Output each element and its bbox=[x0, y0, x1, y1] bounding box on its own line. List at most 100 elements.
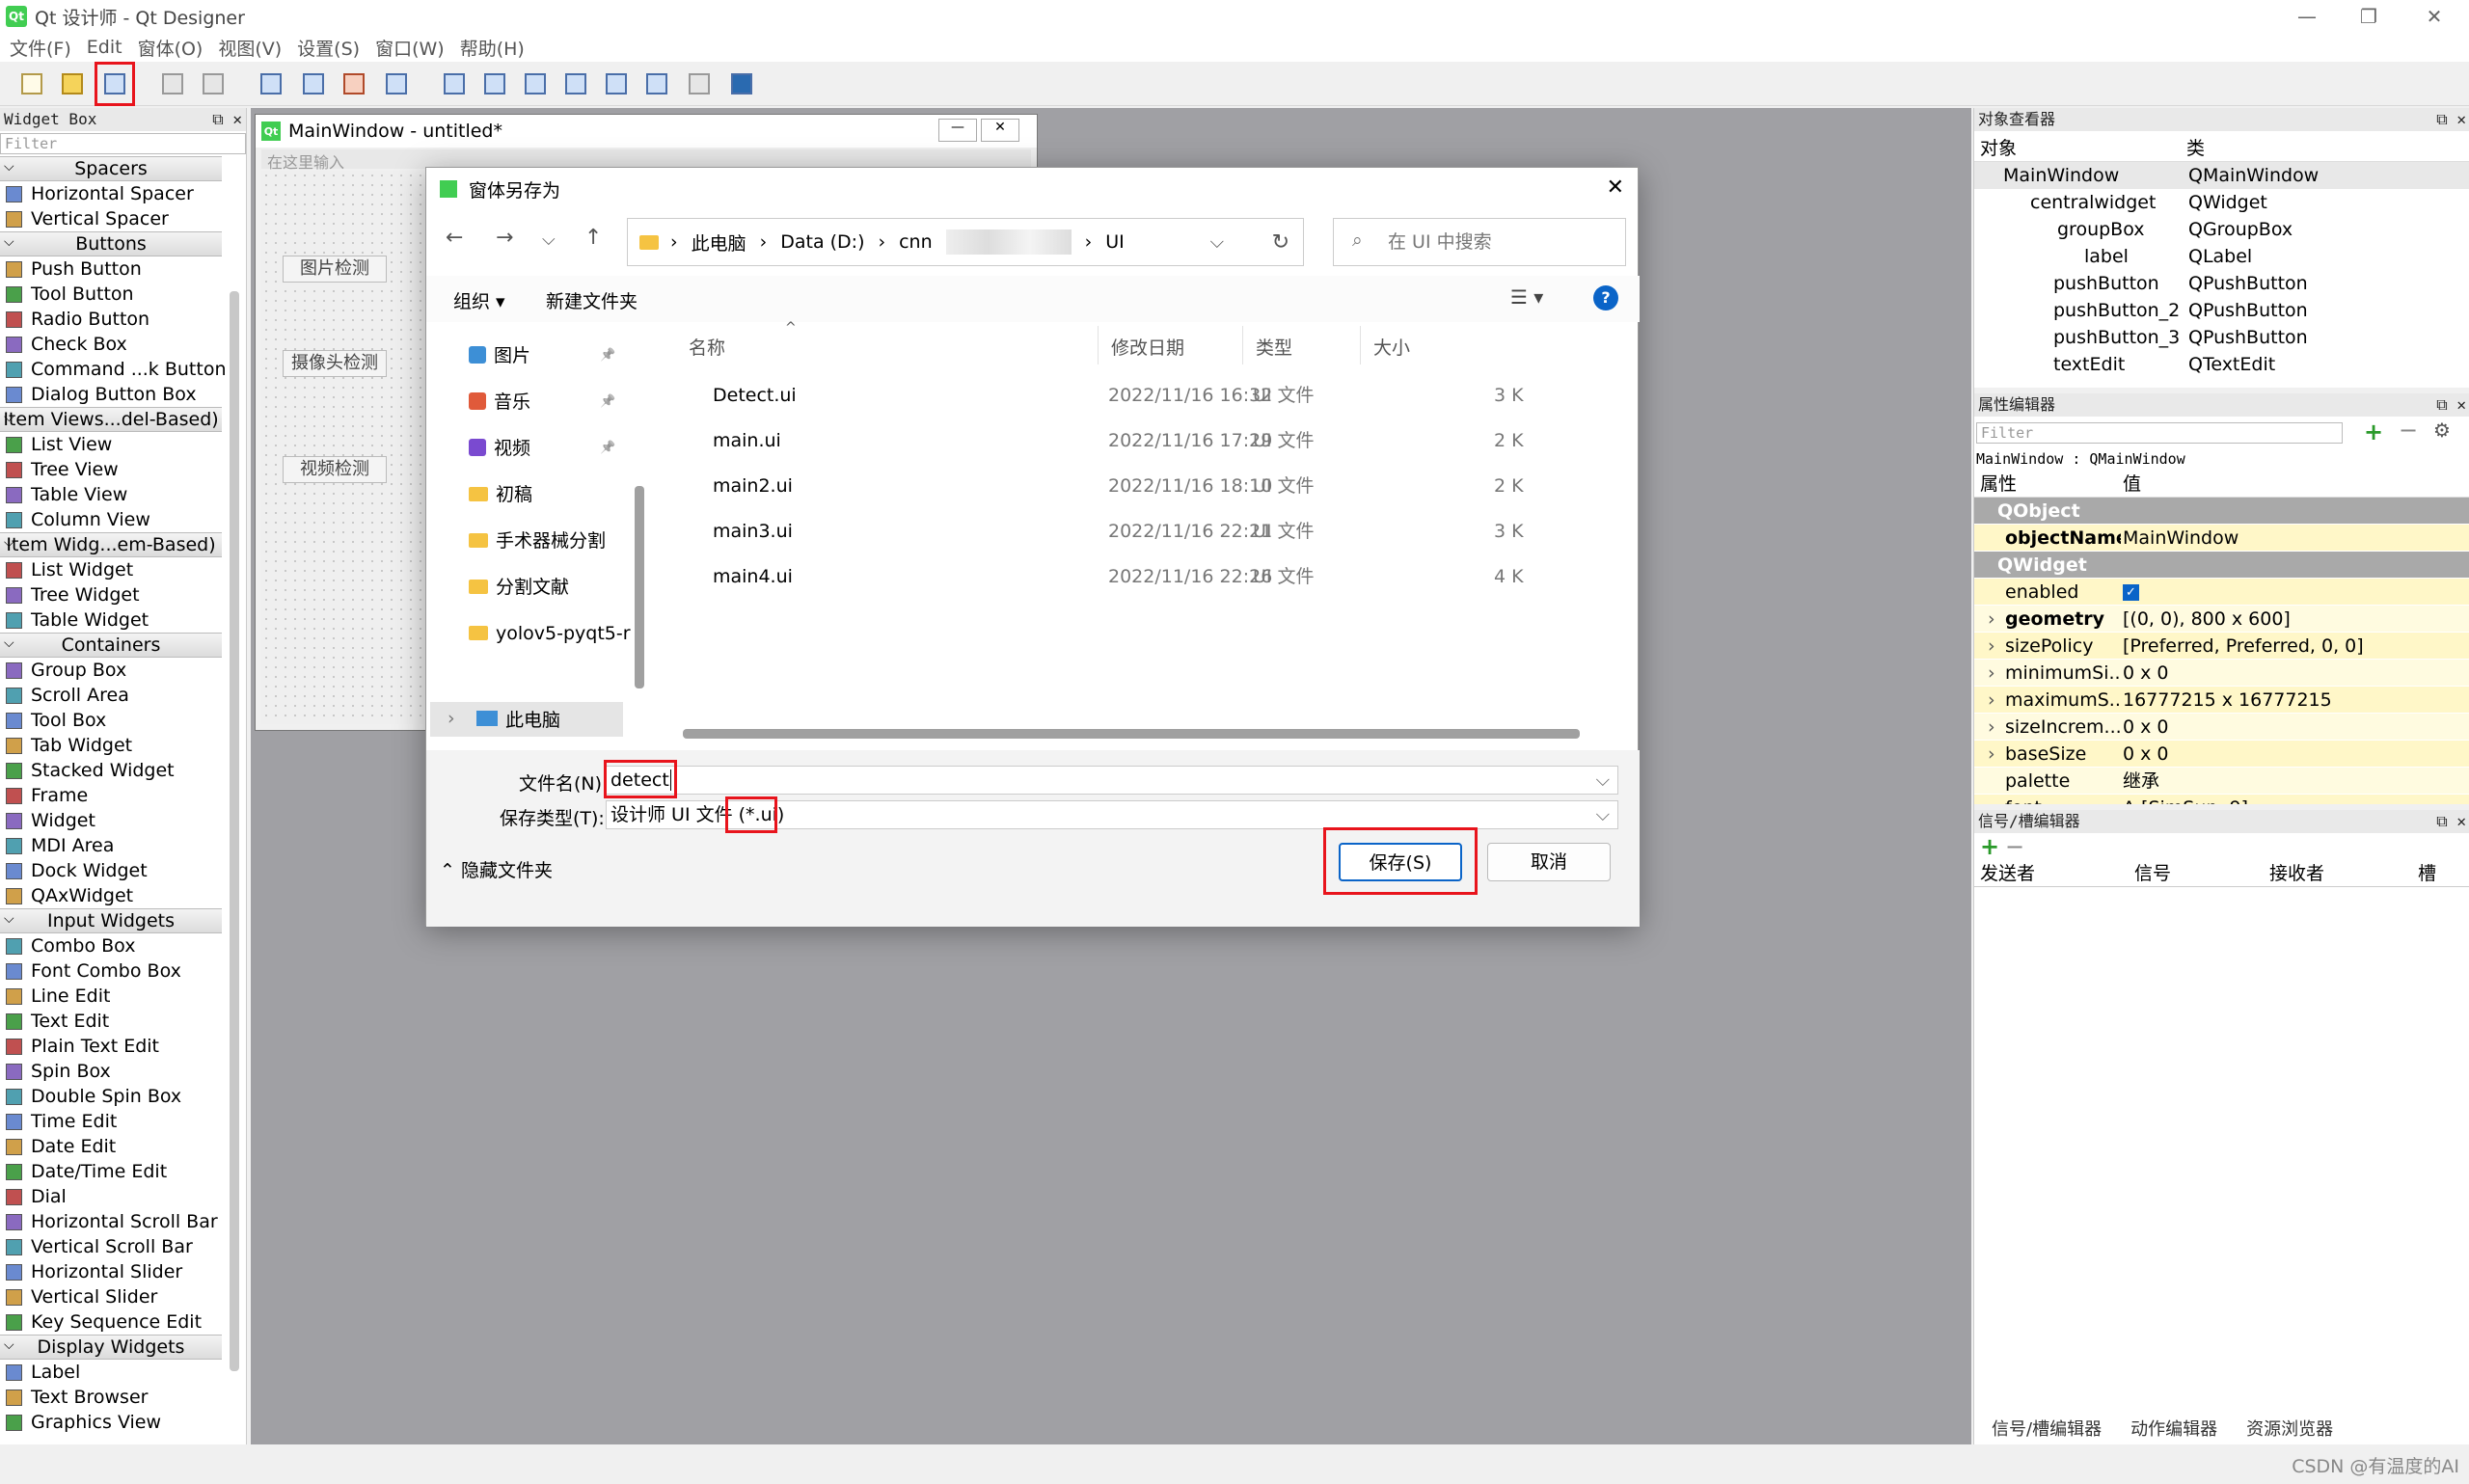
widget-category[interactable]: Input Widgets bbox=[0, 907, 222, 933]
menu-form[interactable]: 窗体(O) bbox=[138, 35, 203, 61]
widget-item[interactable]: Command ...k Button bbox=[0, 357, 246, 382]
widget-item[interactable]: Frame bbox=[0, 783, 246, 808]
property-row[interactable]: › maximumS... 16777215 x 16777215 bbox=[1974, 687, 2469, 714]
video-detect-button[interactable]: 视频检测 bbox=[283, 456, 387, 483]
widget-item[interactable]: Stacked Widget bbox=[0, 758, 246, 783]
hide-folders-toggle[interactable]: ⌃ 隐藏文件夹 bbox=[440, 856, 553, 882]
layout-form-icon[interactable] bbox=[642, 69, 671, 98]
property-filter-input[interactable]: Filter bbox=[1976, 422, 2343, 444]
widget-item[interactable]: Tree View bbox=[0, 457, 246, 482]
tab-resource-browser[interactable]: 资源浏览器 bbox=[2246, 1416, 2333, 1444]
breadcrumb-ui[interactable]: UI bbox=[1105, 231, 1125, 253]
widget-item[interactable]: Double Spin Box bbox=[0, 1084, 246, 1109]
property-value[interactable]: 0 x 0 bbox=[2123, 714, 2441, 741]
widget-item[interactable]: Scroll Area bbox=[0, 683, 246, 708]
property-value[interactable]: 16777215 x 16777215 bbox=[2123, 687, 2441, 714]
address-dropdown-icon[interactable]: ⌵ bbox=[1210, 231, 1224, 253]
property-row[interactable]: palette 继承 bbox=[1974, 768, 2469, 795]
file-row[interactable]: Detect.ui 2022/11/16 16:32 UI 文件 3 K bbox=[713, 376, 1639, 415]
maximize-button[interactable]: ❐ bbox=[2338, 0, 2400, 33]
edit-widgets-icon[interactable] bbox=[257, 69, 285, 98]
widget-item[interactable]: Horizontal Slider bbox=[0, 1259, 246, 1284]
widget-category[interactable]: Buttons bbox=[0, 230, 222, 256]
widget-item[interactable]: Vertical Scroll Bar bbox=[0, 1234, 246, 1259]
widget-item[interactable]: Push Button bbox=[0, 256, 246, 282]
col-size[interactable]: 大小 bbox=[1373, 334, 1410, 360]
widget-item[interactable]: Date Edit bbox=[0, 1134, 246, 1159]
minimize-button[interactable]: — bbox=[2276, 0, 2338, 33]
view-options-icon[interactable]: ☰ ▾ bbox=[1510, 285, 1543, 309]
widget-item[interactable]: Font Combo Box bbox=[0, 958, 246, 984]
expand-icon[interactable]: › bbox=[1988, 606, 1995, 633]
menu-view[interactable]: 视图(V) bbox=[218, 35, 282, 61]
widget-item[interactable]: Table View bbox=[0, 482, 246, 507]
nav-item[interactable]: 图片 📌 bbox=[469, 341, 615, 370]
col-name[interactable]: 名称 bbox=[689, 334, 725, 360]
layout-horizontal-icon[interactable] bbox=[440, 69, 469, 98]
dock-close-icon[interactable]: ⧉ ✕ bbox=[212, 108, 242, 131]
widget-item[interactable]: QAxWidget bbox=[0, 883, 246, 908]
widget-item[interactable]: Time Edit bbox=[0, 1109, 246, 1134]
remove-property-icon[interactable]: − bbox=[2399, 417, 2418, 444]
up-icon[interactable]: ↑ bbox=[584, 226, 602, 250]
file-row[interactable]: main2.ui 2022/11/16 18:10 UI 文件 2 K bbox=[713, 467, 1639, 505]
widget-item[interactable]: Radio Button bbox=[0, 307, 246, 332]
property-row[interactable]: › sizeIncrem... 0 x 0 bbox=[1974, 714, 2469, 741]
dock-close-icon[interactable]: ⧉ ✕ bbox=[2436, 108, 2466, 131]
widget-item[interactable]: Horizontal Spacer bbox=[0, 181, 246, 206]
object-tree-row[interactable]: groupBox QGroupBox bbox=[1974, 216, 2469, 243]
breadcrumb-this-pc[interactable]: 此电脑 bbox=[692, 229, 746, 256]
property-value[interactable]: ✓ bbox=[2123, 579, 2441, 606]
layout-h-splitter-icon[interactable] bbox=[521, 69, 550, 98]
object-tree-row[interactable]: pushButton_2 QPushButton bbox=[1974, 297, 2469, 324]
address-bar[interactable]: › 此电脑 › Data (D:) › cnn › UI ⌵ ↻ bbox=[627, 218, 1304, 266]
object-tree-row[interactable]: MainWindow QMainWindow bbox=[1974, 162, 2469, 189]
camera-detect-button[interactable]: 摄像头检测 bbox=[283, 350, 387, 377]
col-date[interactable]: 修改日期 bbox=[1111, 334, 1184, 360]
new-folder-button[interactable]: 新建文件夹 bbox=[546, 287, 638, 313]
widget-item[interactable]: Group Box bbox=[0, 658, 246, 683]
widget-item[interactable]: Tree Widget bbox=[0, 582, 246, 607]
copy-icon[interactable] bbox=[158, 69, 187, 98]
nav-item[interactable]: 初稿 bbox=[469, 480, 532, 509]
property-value[interactable]: MainWindow bbox=[2123, 525, 2441, 552]
widget-item[interactable]: Combo Box bbox=[0, 933, 246, 958]
pin-icon[interactable]: 📌 bbox=[600, 388, 615, 417]
form-minimize-button[interactable]: — bbox=[938, 119, 977, 142]
expand-icon[interactable]: › bbox=[1988, 660, 1995, 687]
object-tree-row[interactable]: textEdit QTextEdit bbox=[1974, 351, 2469, 378]
remove-connection-icon[interactable]: − bbox=[2005, 833, 2024, 860]
nav-item[interactable]: 分割文献 bbox=[469, 573, 569, 602]
help-icon[interactable]: ? bbox=[1593, 285, 1618, 310]
filename-field[interactable]: detect ⌵ bbox=[606, 766, 1618, 795]
object-tree-row[interactable]: centralwidget QWidget bbox=[1974, 189, 2469, 216]
widget-category[interactable]: Item Views...del-Based) bbox=[0, 406, 222, 432]
filetype-dropdown-icon[interactable]: ⌵ bbox=[1596, 801, 1610, 828]
expand-icon[interactable]: › bbox=[1988, 795, 1995, 804]
widget-item[interactable]: Tool Button bbox=[0, 282, 246, 307]
menu-window[interactable]: 窗口(W) bbox=[375, 35, 445, 61]
property-row[interactable]: › fontA [SimSun, 9] bbox=[1974, 795, 2469, 804]
close-button[interactable]: ✕ bbox=[2403, 0, 2465, 33]
widget-item[interactable]: Vertical Spacer bbox=[0, 206, 246, 231]
widget-category[interactable]: Item Widg...em-Based) bbox=[0, 531, 222, 557]
tab-signal-editor[interactable]: 信号/槽编辑器 bbox=[1992, 1416, 2102, 1444]
nav-item[interactable]: yolov5-pyqt5-r bbox=[469, 619, 631, 648]
form-menu-placeholder[interactable]: 在这里输入 bbox=[261, 149, 1031, 172]
organize-button[interactable]: 组织 ▾ bbox=[453, 287, 505, 313]
widget-item[interactable]: Text Browser bbox=[0, 1385, 246, 1410]
tab-action-editor[interactable]: 动作编辑器 bbox=[2130, 1416, 2217, 1444]
adjust-size-icon[interactable] bbox=[727, 69, 756, 98]
open-folder-icon[interactable] bbox=[58, 69, 87, 98]
nav-scrollbar[interactable] bbox=[635, 486, 644, 688]
property-value[interactable]: A [SimSun, 9] bbox=[2123, 795, 2441, 804]
search-input[interactable]: 在 UI 中搜索 bbox=[1333, 218, 1626, 266]
widget-item[interactable]: Widget bbox=[0, 808, 246, 833]
breadcrumb-drive[interactable]: Data (D:) bbox=[780, 231, 864, 253]
object-tree-row[interactable]: pushButton QPushButton bbox=[1974, 270, 2469, 297]
property-value[interactable]: [Preferred, Preferred, 0, 0] bbox=[2123, 633, 2441, 660]
property-row[interactable]: › minimumSi... 0 x 0 bbox=[1974, 660, 2469, 687]
configure-icon[interactable]: ⚙ bbox=[2433, 418, 2451, 442]
back-icon[interactable]: ← bbox=[446, 226, 463, 250]
file-row[interactable]: main.ui 2022/11/16 17:29 UI 文件 2 K bbox=[713, 421, 1639, 460]
